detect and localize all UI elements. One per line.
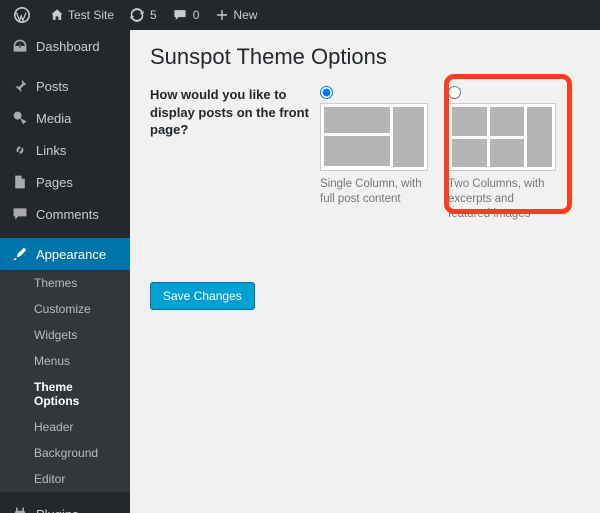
radio-two-columns[interactable] (448, 86, 461, 99)
dashboard-icon (10, 38, 30, 54)
updates-link[interactable]: 5 (122, 0, 165, 30)
submenu-widgets[interactable]: Widgets (0, 322, 130, 348)
updates-count: 5 (150, 8, 157, 22)
page-title: Sunspot Theme Options (150, 44, 580, 70)
menu-appearance[interactable]: Appearance (0, 238, 130, 270)
submenu-customize[interactable]: Customize (0, 296, 130, 322)
comments-link[interactable]: 0 (165, 0, 208, 30)
plus-icon (215, 8, 229, 22)
layout-option-single[interactable]: Single Column, with full post content (320, 86, 430, 222)
wp-logo[interactable] (6, 0, 42, 30)
caption-two: Two Columns, with excerpts and featured … (448, 177, 558, 222)
submenu-background[interactable]: Background (0, 440, 130, 466)
new-label: New (233, 8, 257, 22)
new-content-link[interactable]: New (207, 0, 265, 30)
menu-links[interactable]: Links (0, 134, 130, 166)
menu-media[interactable]: Media (0, 102, 130, 134)
caption-single: Single Column, with full post content (320, 177, 430, 207)
page-icon (10, 174, 30, 190)
save-button[interactable]: Save Changes (150, 282, 255, 310)
menu-posts[interactable]: Posts (0, 70, 130, 102)
admin-sidebar: Dashboard Posts Media Links Pages Commen… (0, 30, 130, 513)
comments-count: 0 (193, 8, 200, 22)
home-icon (50, 8, 64, 22)
submenu-theme-options[interactable]: Theme Options (0, 374, 130, 414)
plug-icon (10, 506, 30, 513)
thumb-single-column (320, 103, 428, 171)
pin-icon (10, 78, 30, 94)
layout-option-two[interactable]: Two Columns, with excerpts and featured … (448, 86, 558, 222)
media-icon (10, 110, 30, 126)
site-name: Test Site (68, 8, 114, 22)
submenu-themes[interactable]: Themes (0, 270, 130, 296)
link-icon (10, 142, 30, 158)
brush-icon (10, 246, 30, 262)
main-content: Sunspot Theme Options How would you like… (130, 30, 600, 513)
comments-icon (10, 206, 30, 222)
submenu-menus[interactable]: Menus (0, 348, 130, 374)
submenu-header[interactable]: Header (0, 414, 130, 440)
comment-icon (173, 8, 187, 22)
menu-dashboard[interactable]: Dashboard (0, 30, 130, 62)
menu-comments[interactable]: Comments (0, 198, 130, 230)
appearance-submenu: Themes Customize Widgets Menus Theme Opt… (0, 270, 130, 492)
submenu-editor[interactable]: Editor (0, 466, 130, 492)
wordpress-icon (14, 7, 30, 23)
admin-bar: Test Site 5 0 New (0, 0, 600, 30)
refresh-icon (130, 8, 144, 22)
menu-plugins[interactable]: Plugins (0, 498, 130, 513)
menu-pages[interactable]: Pages (0, 166, 130, 198)
thumb-two-columns (448, 103, 556, 171)
option-question: How would you like to display posts on t… (150, 86, 320, 139)
radio-single-column[interactable] (320, 86, 333, 99)
site-link[interactable]: Test Site (42, 0, 122, 30)
